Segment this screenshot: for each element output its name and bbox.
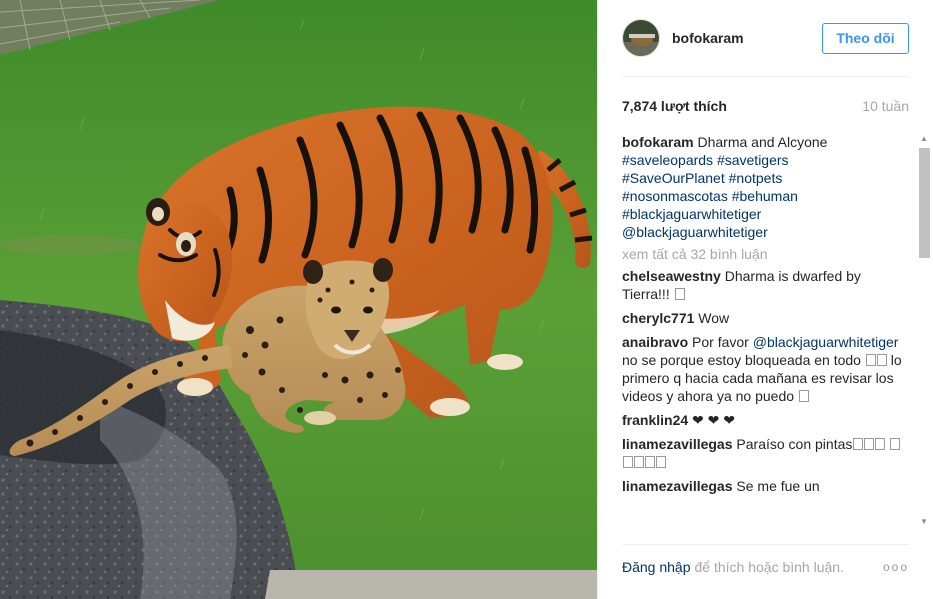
mention-link[interactable]: @blackjaguarwhitetiger <box>753 334 899 350</box>
post-photo[interactable] <box>0 0 597 599</box>
emoji-placeholder-icon <box>623 456 633 468</box>
comment-text: ❤ ❤ ❤ <box>692 412 736 428</box>
comment-username[interactable]: anaibravo <box>622 334 688 350</box>
comment-text: Paraíso con pintas <box>736 436 853 452</box>
scrollbar-thumb[interactable] <box>919 148 930 258</box>
emoji-placeholder-icon <box>865 354 876 366</box>
comments-scrollbar[interactable]: ▲ ▼ <box>917 132 931 529</box>
emoji-placeholder-icon <box>674 288 685 300</box>
post-header: bofokaram Theo dõi <box>622 0 909 77</box>
follow-button[interactable]: Theo dõi <box>822 22 909 54</box>
post-meta: 7,874 lượt thích 10 tuần <box>622 96 909 116</box>
post-footer: Đăng nhập để thích hoặc bình luận. ooo <box>622 544 909 599</box>
comment-text: Se me fue un <box>736 478 820 494</box>
emoji-placeholder-icon <box>798 390 809 402</box>
emoji-placeholder-icon <box>875 438 886 450</box>
comment-username[interactable]: chelseawestny <box>622 268 721 284</box>
post-age[interactable]: 10 tuần <box>862 98 909 114</box>
hashtag-link[interactable]: #blackjaguarwhitetiger <box>622 206 761 222</box>
emoji-placeholder-icon <box>656 456 666 468</box>
comments-list[interactable]: bofokaram Dharma and Alcyone #saveleopar… <box>622 133 905 529</box>
comment-item: linamezavillegas Paraíso con pintas <box>622 435 905 471</box>
post-viewer: bofokaram Theo dõi 7,874 lượt thích 10 t… <box>0 0 933 599</box>
caption-text: Dharma and Alcyone <box>697 134 828 150</box>
view-all-comments-link[interactable]: xem tất cả 32 bình luận <box>622 245 905 263</box>
comment-text: Wow <box>698 310 730 326</box>
profile-avatar[interactable] <box>622 19 660 57</box>
comment-item: anaibravo Por favor @blackjaguarwhitetig… <box>622 333 905 405</box>
comment-item: cherylc771 Wow <box>622 309 905 327</box>
emoji-placeholder-icon <box>634 456 644 468</box>
hashtag-link[interactable]: #saveleopards <box>622 152 713 168</box>
footer-text: để thích hoặc bình luận. <box>694 559 844 575</box>
hashtag-link[interactable]: #savetigers <box>717 152 789 168</box>
emoji-placeholder-icon <box>876 354 887 366</box>
emoji-placeholder-icon <box>864 438 875 450</box>
comment-username[interactable]: franklin24 <box>622 412 688 428</box>
tiger-leopard-image <box>0 0 597 599</box>
likes-count[interactable]: 7,874 lượt thích <box>622 98 727 114</box>
emoji-placeholder-icon <box>890 438 901 450</box>
post-side-panel: bofokaram Theo dõi 7,874 lượt thích 10 t… <box>597 0 933 599</box>
comment-item: linamezavillegas Se me fue un <box>622 477 905 495</box>
comment-item: chelseawestny Dharma is dwarfed by Tierr… <box>622 267 905 303</box>
comment-username[interactable]: linamezavillegas <box>622 436 733 452</box>
post-caption: bofokaram Dharma and Alcyone #saveleopar… <box>622 133 905 241</box>
mention-link[interactable]: @blackjaguarwhitetiger <box>622 224 768 240</box>
hashtag-link[interactable]: #SaveOurPlanet <box>622 170 725 186</box>
hashtag-link[interactable]: #behuman <box>732 188 798 204</box>
comment-username[interactable]: cherylc771 <box>622 310 694 326</box>
emoji-placeholder-icon <box>645 456 655 468</box>
scroll-down-arrow-icon[interactable]: ▼ <box>917 515 931 529</box>
scroll-up-arrow-icon[interactable]: ▲ <box>917 132 931 146</box>
hashtag-link[interactable]: #notpets <box>729 170 783 186</box>
header-username[interactable]: bofokaram <box>672 30 822 46</box>
caption-username[interactable]: bofokaram <box>622 134 694 150</box>
hashtag-link[interactable]: #nosonmascotas <box>622 188 728 204</box>
comment-text: Por favor <box>692 334 749 350</box>
comment-text: no se porque estoy bloqueada en todo <box>622 352 861 368</box>
comment-item: franklin24 ❤ ❤ ❤ <box>622 411 905 429</box>
comment-username[interactable]: linamezavillegas <box>622 478 733 494</box>
emoji-placeholder-icon <box>853 438 864 450</box>
more-options-icon[interactable]: ooo <box>883 560 909 574</box>
login-link[interactable]: Đăng nhập <box>622 559 691 575</box>
